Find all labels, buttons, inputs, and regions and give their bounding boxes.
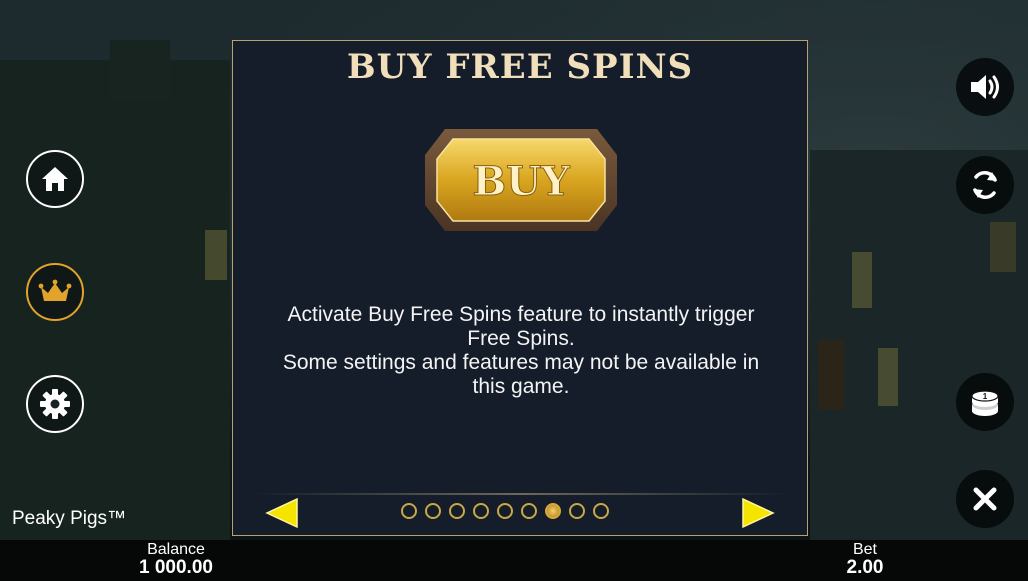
- feature-description: Activate Buy Free Spins feature to insta…: [243, 303, 799, 399]
- close-icon: [973, 487, 997, 511]
- home-icon: [42, 167, 68, 191]
- bet-label: Bet: [852, 541, 877, 558]
- chimney-left: [110, 40, 170, 100]
- page-dot[interactable]: [593, 503, 609, 519]
- door-right: [818, 340, 844, 410]
- page-dot[interactable]: [473, 503, 489, 519]
- next-page-button[interactable]: [739, 497, 777, 529]
- autoplay-button[interactable]: [956, 156, 1014, 214]
- info-panel: BUY FREE SPINS BUY Activate Buy Free Spi…: [232, 40, 808, 536]
- svg-text:1: 1: [983, 392, 988, 401]
- coin-stack-icon: 1: [971, 390, 999, 416]
- description-line: this game.: [472, 375, 570, 398]
- description-line: Activate Buy Free Spins feature to insta…: [287, 303, 755, 326]
- gear-icon: [40, 389, 70, 419]
- close-button[interactable]: [956, 470, 1014, 528]
- crown-icon: [38, 279, 72, 301]
- description-line: Free Spins.: [467, 327, 575, 350]
- sound-button[interactable]: [956, 58, 1014, 116]
- panel-title: BUY FREE SPINS: [346, 47, 694, 87]
- window-right-2: [878, 348, 898, 406]
- nav-divider: [253, 493, 789, 495]
- balance-display: Balance 1 000.00: [128, 542, 224, 578]
- bet-value: 2.00: [846, 557, 884, 578]
- game-name: Peaky Pigs™: [12, 508, 127, 529]
- refresh-icon: [973, 171, 997, 199]
- speaker-icon: [971, 75, 999, 99]
- bet-button[interactable]: 1: [956, 373, 1014, 431]
- window-left: [205, 230, 227, 280]
- prev-page-button[interactable]: [263, 497, 301, 529]
- page-dot-active[interactable]: [545, 503, 561, 519]
- page-dot[interactable]: [425, 503, 441, 519]
- window-right-1: [852, 252, 872, 308]
- page-dot[interactable]: [401, 503, 417, 519]
- lamp-right: [990, 222, 1016, 272]
- balance-value: 1 000.00: [139, 557, 213, 578]
- crown-button[interactable]: [26, 263, 84, 321]
- buy-button-illustration: BUY: [425, 129, 617, 231]
- bet-display: Bet 2.00: [830, 542, 900, 578]
- description-line: Some settings and features may not be av…: [282, 351, 760, 374]
- page-dot[interactable]: [449, 503, 465, 519]
- settings-button[interactable]: [26, 375, 84, 433]
- page-dot[interactable]: [521, 503, 537, 519]
- balance-label: Balance: [147, 541, 205, 558]
- page-dot[interactable]: [569, 503, 585, 519]
- page-indicator: [401, 503, 609, 519]
- svg-text:BUY: BUY: [472, 158, 570, 205]
- page-dot[interactable]: [497, 503, 513, 519]
- home-button[interactable]: [26, 150, 84, 208]
